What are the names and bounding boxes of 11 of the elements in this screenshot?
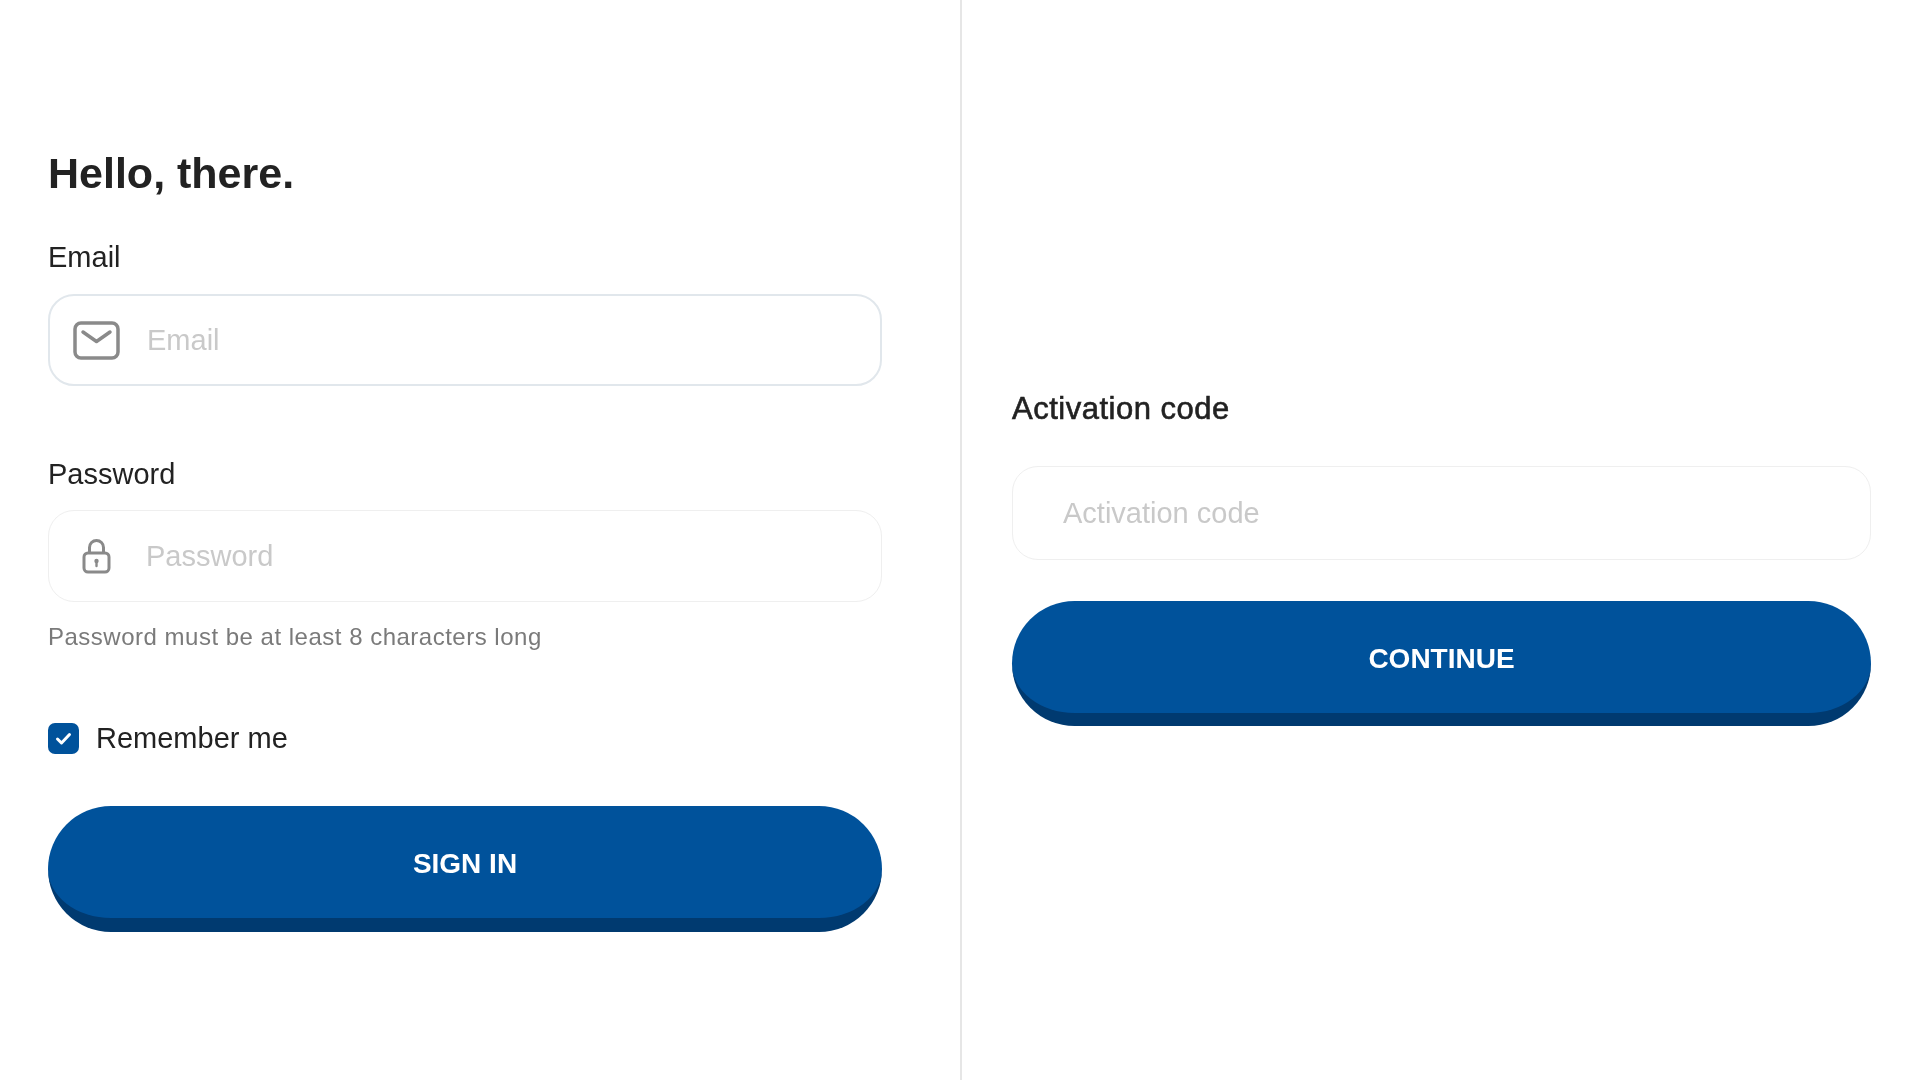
padlock-icon [82, 538, 111, 574]
password-hint: Password must be at least 8 characters long [48, 623, 542, 651]
remember-me-label: Remember me [96, 721, 288, 755]
activation-code-label: Activation code [1012, 390, 1230, 428]
password-label: Password [48, 457, 176, 491]
envelope-icon [73, 320, 120, 360]
greeting-heading: Hello, there. [48, 148, 295, 199]
continue-button[interactable]: CONTINUE [1012, 601, 1871, 726]
email-label: Email [48, 240, 121, 274]
checkbox[interactable] [48, 722, 79, 754]
sign-in-button[interactable]: SIGN IN [48, 806, 882, 932]
